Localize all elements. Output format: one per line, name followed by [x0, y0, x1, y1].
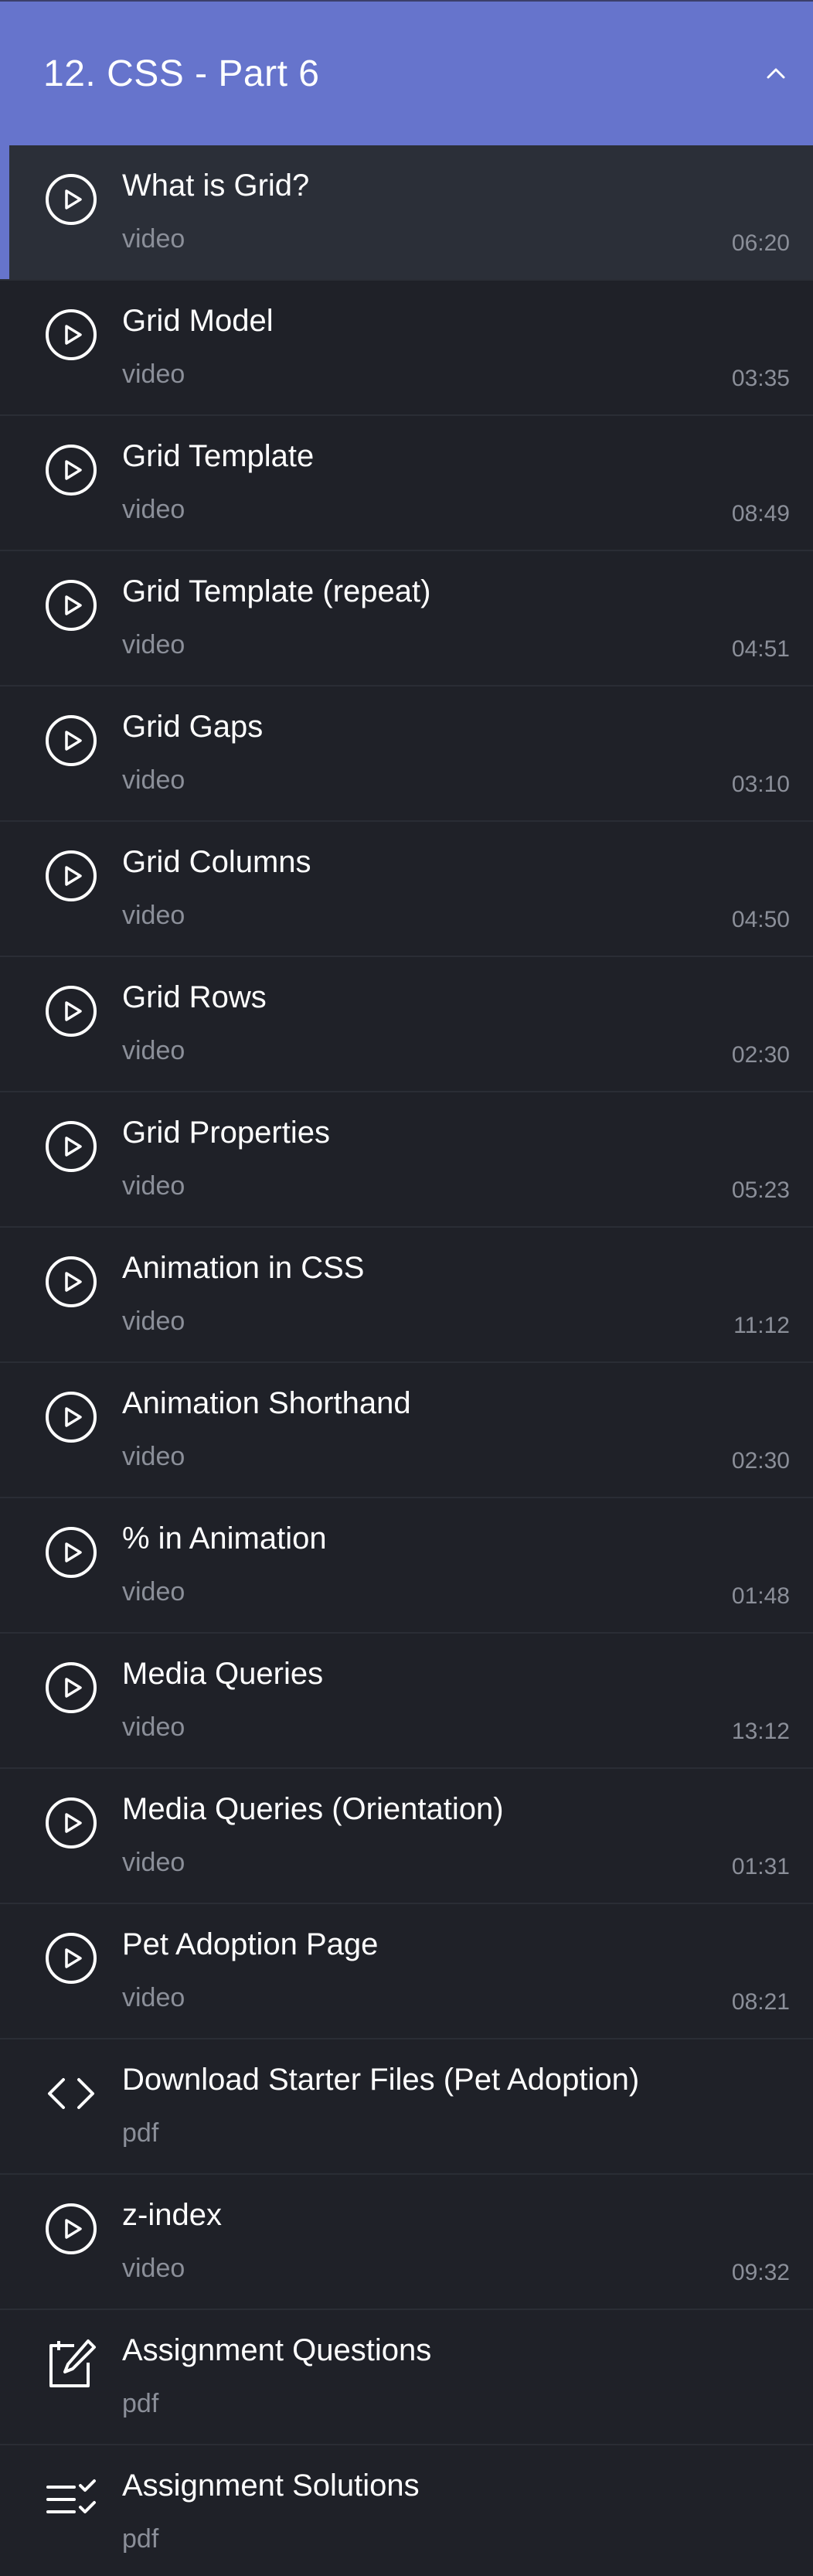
- lecture-duration: 04:51: [731, 636, 790, 662]
- lecture-title: Grid Model: [122, 304, 274, 338]
- lecture-title: Grid Gaps: [122, 710, 264, 744]
- play-circle-icon: [43, 1389, 99, 1445]
- lecture-duration: 05:23: [731, 1177, 790, 1203]
- lecture-item[interactable]: z-index video 09:32: [0, 2175, 813, 2310]
- lecture-item[interactable]: Media Queries (Orientation) video 01:31: [0, 1769, 813, 1904]
- play-circle-icon: [43, 1795, 99, 1851]
- lecture-type: video: [122, 1036, 185, 1065]
- lecture-duration: 09:32: [731, 2260, 790, 2285]
- lecture-type: video: [122, 901, 185, 930]
- play-circle-icon: [43, 172, 99, 227]
- lecture-item[interactable]: Grid Model video 03:35: [0, 281, 813, 416]
- lecture-title: Media Queries (Orientation): [122, 1792, 504, 1826]
- lecture-title: Media Queries: [122, 1657, 324, 1691]
- lecture-duration: 04:50: [731, 907, 790, 932]
- lecture-duration: 08:49: [731, 501, 790, 526]
- lecture-item[interactable]: Animation Shorthand video 02:30: [0, 1363, 813, 1498]
- play-circle-icon: [43, 1119, 99, 1174]
- lecture-item[interactable]: Grid Columns video 04:50: [0, 822, 813, 957]
- lecture-type: video: [122, 1848, 185, 1877]
- section-header[interactable]: 12. CSS - Part 6: [0, 0, 813, 145]
- play-circle-icon: [43, 2201, 99, 2257]
- lecture-title: Grid Properties: [122, 1116, 330, 1150]
- lecture-duration: 08:21: [731, 1989, 790, 2015]
- play-circle-icon: [43, 442, 99, 498]
- lecture-type: pdf: [122, 2524, 159, 2554]
- play-circle-icon: [43, 307, 99, 363]
- lecture-duration: 01:48: [731, 1583, 790, 1609]
- chevron-up-icon[interactable]: [765, 63, 787, 84]
- play-circle-icon: [43, 1525, 99, 1580]
- lecture-item[interactable]: Pet Adoption Page video 08:21: [0, 1904, 813, 2039]
- section-title: 12. CSS - Part 6: [43, 53, 320, 94]
- play-circle-icon: [43, 1254, 99, 1310]
- lecture-type: pdf: [122, 2389, 159, 2418]
- lecture-title: % in Animation: [122, 1521, 327, 1555]
- lecture-duration: 13:12: [731, 1719, 790, 1744]
- lecture-item[interactable]: Animation in CSS video 11:12: [0, 1228, 813, 1363]
- course-curriculum-panel: 12. CSS - Part 6 What is Grid? video 06:20…: [0, 0, 813, 2576]
- lecture-type: video: [122, 1983, 185, 2012]
- lecture-duration: 03:35: [731, 366, 790, 391]
- lecture-type: video: [122, 1307, 185, 1336]
- lecture-title: z-index: [122, 2198, 222, 2232]
- play-circle-icon: [43, 713, 99, 768]
- lecture-duration: 01:31: [731, 1854, 790, 1879]
- play-circle-icon: [43, 1660, 99, 1716]
- play-circle-icon: [43, 983, 99, 1039]
- lecture-item[interactable]: Grid Template (repeat) video 04:51: [0, 551, 813, 687]
- lecture-item[interactable]: Media Queries video 13:12: [0, 1634, 813, 1769]
- code-icon: [43, 2066, 99, 2121]
- lecture-type: video: [122, 630, 185, 659]
- play-circle-icon: [43, 1930, 99, 1986]
- lecture-item[interactable]: Assignment Questions pdf: [0, 2310, 813, 2445]
- lecture-title: What is Grid?: [122, 169, 310, 203]
- lecture-duration: 11:12: [733, 1313, 790, 1338]
- lecture-type: video: [122, 359, 185, 389]
- play-circle-icon: [43, 848, 99, 904]
- lecture-title: Assignment Questions: [122, 2333, 432, 2367]
- lecture-item[interactable]: Grid Gaps video 03:10: [0, 687, 813, 822]
- lecture-item[interactable]: Grid Properties video 05:23: [0, 1092, 813, 1228]
- lecture-title: Animation in CSS: [122, 1251, 365, 1285]
- lecture-title: Grid Columns: [122, 845, 311, 879]
- lecture-item[interactable]: Download Starter Files (Pet Adoption) pdf: [0, 2039, 813, 2175]
- lecture-title: Grid Template: [122, 439, 315, 473]
- lecture-type: video: [122, 2254, 185, 2283]
- lecture-duration: 02:30: [731, 1042, 790, 1068]
- lecture-item[interactable]: Grid Template video 08:49: [0, 416, 813, 551]
- lecture-title: Download Starter Files (Pet Adoption): [122, 2063, 640, 2097]
- lecture-type: video: [122, 1442, 185, 1471]
- lecture-type: video: [122, 224, 185, 254]
- lecture-title: Grid Rows: [122, 980, 267, 1014]
- lecture-title: Animation Shorthand: [122, 1386, 411, 1420]
- lecture-list: What is Grid? video 06:20 Grid Model video 03…: [0, 145, 813, 2576]
- lecture-type: video: [122, 495, 185, 524]
- lecture-type: video: [122, 1577, 185, 1607]
- lecture-item[interactable]: Grid Rows video 02:30: [0, 957, 813, 1092]
- edit-icon: [43, 2336, 99, 2392]
- lecture-duration: 02:30: [731, 1448, 790, 1474]
- lecture-item[interactable]: Assignment Solutions pdf: [0, 2445, 813, 2576]
- lecture-type: video: [122, 1712, 185, 1742]
- lecture-item[interactable]: % in Animation video 01:48: [0, 1498, 813, 1634]
- lecture-type: video: [122, 765, 185, 795]
- checklist-icon: [43, 2472, 99, 2527]
- lecture-duration: 03:10: [731, 772, 790, 797]
- lecture-item[interactable]: What is Grid? video 06:20: [0, 145, 813, 281]
- lecture-type: pdf: [122, 2118, 159, 2148]
- play-circle-icon: [43, 578, 99, 633]
- lecture-duration: 06:20: [731, 230, 790, 256]
- lecture-title: Grid Template (repeat): [122, 574, 431, 608]
- lecture-type: video: [122, 1171, 185, 1201]
- lecture-title: Assignment Solutions: [122, 2469, 420, 2503]
- lecture-title: Pet Adoption Page: [122, 1927, 379, 1961]
